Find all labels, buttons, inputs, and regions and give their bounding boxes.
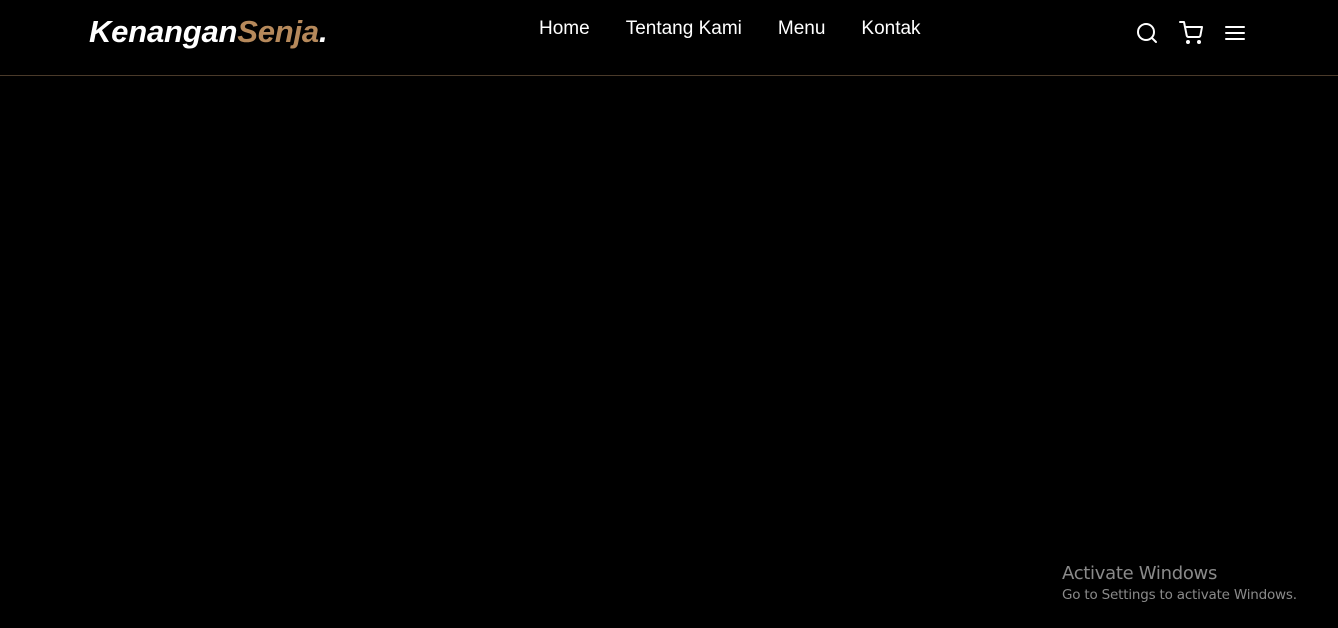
nav-link-menu[interactable]: Menu xyxy=(778,18,826,40)
hamburger-menu-icon xyxy=(1225,26,1245,40)
shopping-cart-button[interactable] xyxy=(1179,21,1203,45)
hero-section xyxy=(0,77,1338,628)
logo-text-dot: . xyxy=(318,14,328,49)
hamburger-menu-button[interactable] xyxy=(1223,21,1247,45)
nav-links: Home Tentang Kami Menu Kontak xyxy=(539,18,921,40)
navbar: KenanganSenja. Home Tentang Kami Menu Ko… xyxy=(0,0,1338,76)
logo-text-accent: Senja xyxy=(237,14,319,49)
nav-link-home[interactable]: Home xyxy=(539,18,590,40)
nav-icons xyxy=(1135,21,1247,45)
shopping-cart-icon xyxy=(1179,21,1203,44)
nav-link-tentang-kami[interactable]: Tentang Kami xyxy=(626,18,742,40)
watermark-subtitle: Go to Settings to activate Windows. xyxy=(1062,587,1297,603)
watermark-title: Activate Windows xyxy=(1062,563,1218,584)
logo[interactable]: KenanganSenja. xyxy=(89,14,328,50)
logo-text-main: Kenangan xyxy=(89,14,238,49)
windows-activation-watermark: Activate Windows Go to Settings to activ… xyxy=(1062,563,1297,604)
nav-link-kontak[interactable]: Kontak xyxy=(861,18,920,40)
search-button[interactable] xyxy=(1135,21,1159,45)
search-icon xyxy=(1137,23,1157,43)
